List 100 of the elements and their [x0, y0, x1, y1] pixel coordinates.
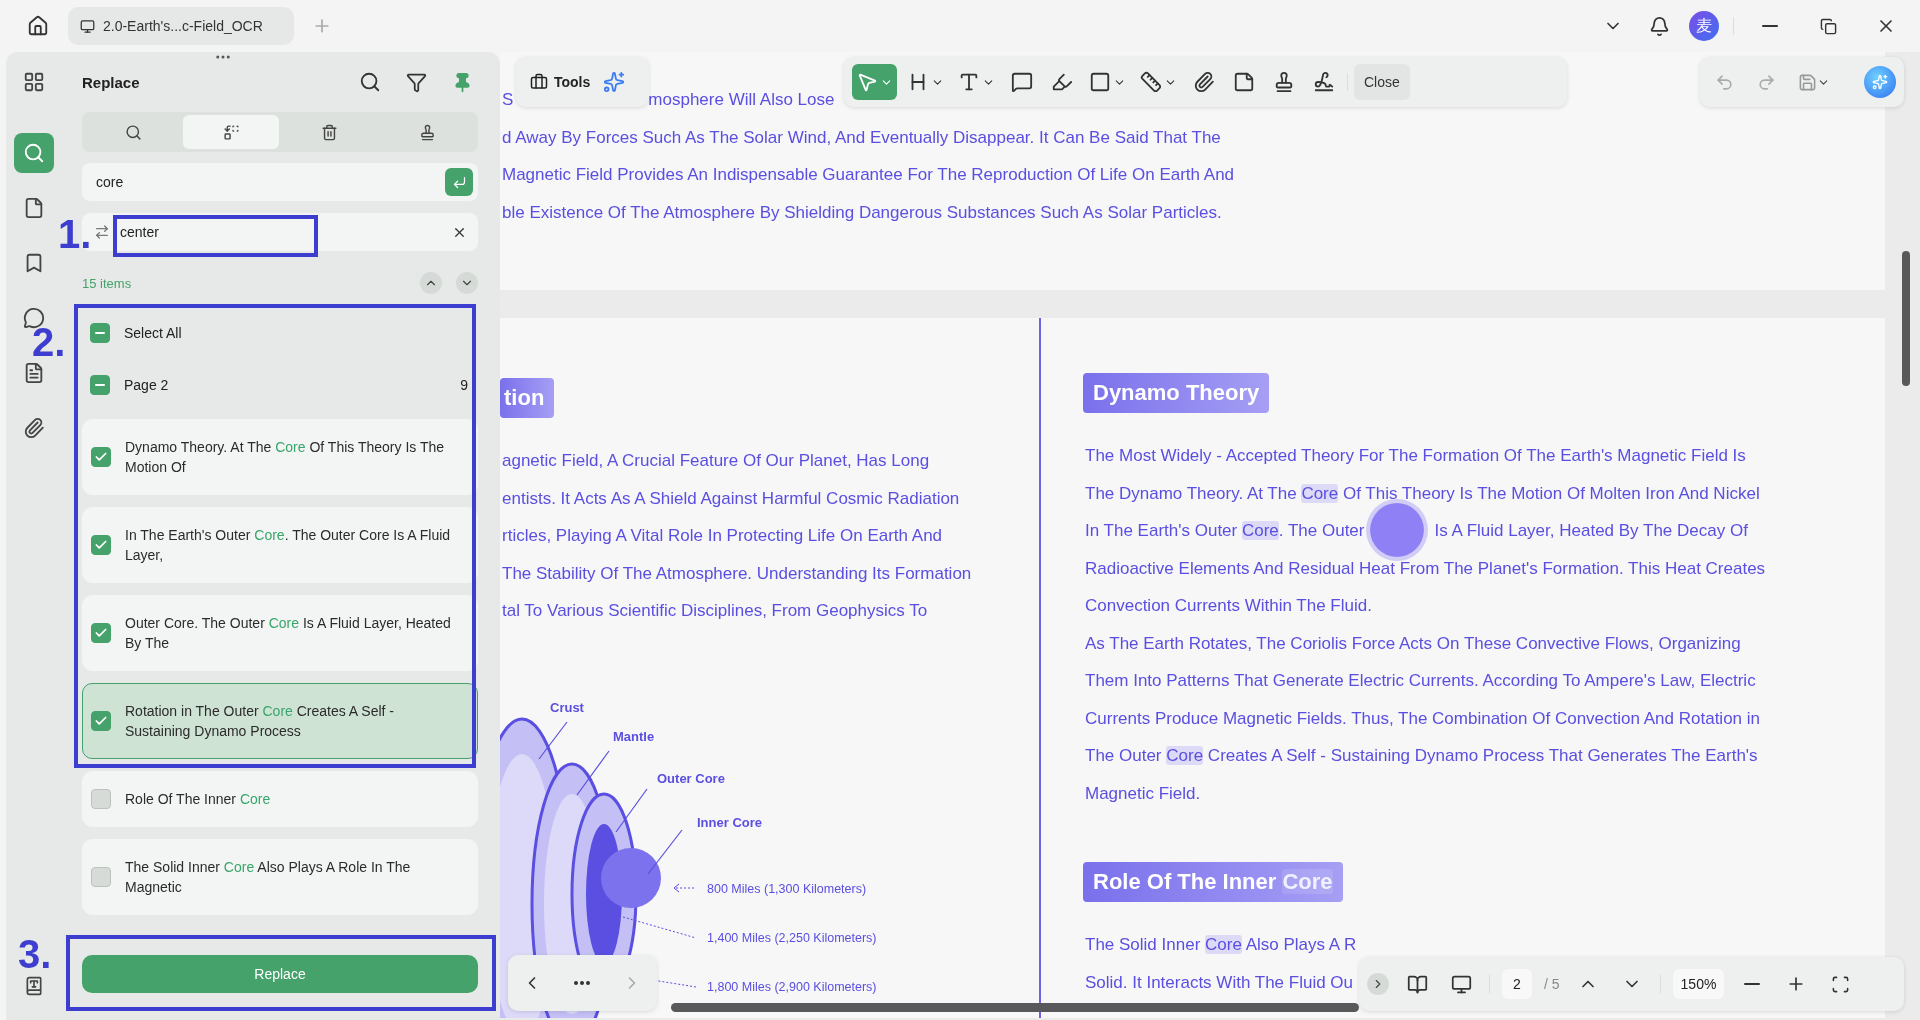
- result-item[interactable]: Outer Core. The Outer Core Is A Fluid Layer, Heated By The: [82, 595, 478, 671]
- text-fragment: mosphere Will Also Lose: [648, 90, 835, 109]
- search-icon: [359, 71, 381, 93]
- bell-icon: [1648, 15, 1670, 37]
- signature-icon: [1313, 71, 1335, 93]
- search-icon: [23, 142, 45, 164]
- replace-field[interactable]: center: [118, 223, 437, 241]
- distance-label: 1,800 Miles (2,900 Kilometers): [707, 979, 877, 994]
- enter-button[interactable]: [445, 168, 473, 196]
- result-text: Role Of The Inner Core: [125, 790, 272, 809]
- book-icon: [24, 976, 44, 996]
- text-line: ble Existence Of The Atmosphere By Shielding Dangerous Substances Such As Solar Particles.: [501, 201, 1222, 224]
- page-number-field[interactable]: 2: [1502, 969, 1532, 999]
- highlighter-icon: [1051, 71, 1073, 93]
- text-line: Magnetic Field.: [1084, 782, 1201, 805]
- restore-icon: [1819, 17, 1837, 35]
- briefcase-icon: [530, 73, 548, 91]
- panel-title: Replace: [82, 73, 140, 91]
- save-icon: [1798, 72, 1817, 92]
- checkmark-icon: [94, 538, 108, 552]
- result-item[interactable]: Rotation in The Outer Core Creates A Self - Sustaining Dynamo Process: [82, 683, 478, 759]
- text-line: The Most Widely - Accepted Theory For The Formation Of The Earth's Magnetic Field Is: [1084, 445, 1746, 467]
- previous-button[interactable]: [420, 272, 442, 294]
- section-heading: tion: [500, 378, 555, 418]
- paperclip-icon: [23, 417, 45, 439]
- layer-label: Outer Core: [657, 770, 725, 786]
- replace-icon: [222, 123, 240, 141]
- section-heading: Role Of The Inner Core: [1083, 862, 1343, 902]
- checkbox[interactable]: [91, 789, 111, 809]
- checkbox[interactable]: [91, 447, 111, 467]
- horizontal-scrollbar[interactable]: [671, 1003, 1359, 1012]
- redo-icon: [1756, 72, 1776, 92]
- distance-label: 1,400 Miles (2,250 Kilometers): [707, 930, 877, 945]
- ellipsis-icon: [574, 981, 590, 985]
- result-item[interactable]: In The Earth's Outer Core. The Outer Core Is A Fluid Layer,: [82, 507, 478, 583]
- monitor-icon: [80, 18, 95, 34]
- step-number: 2.: [32, 322, 66, 362]
- result-count: 15 items: [82, 275, 132, 291]
- close-toolbar-button[interactable]: Close: [1354, 64, 1410, 100]
- stamp-icon: [418, 123, 436, 141]
- text-fragment: Core: [1241, 521, 1279, 540]
- pointer-icon: [856, 71, 878, 93]
- checkbox[interactable]: [90, 323, 110, 343]
- group-label: Select All: [124, 325, 182, 341]
- page-icon: [23, 197, 45, 219]
- checkbox[interactable]: [91, 623, 111, 643]
- checkbox[interactable]: [91, 867, 111, 887]
- pointer-tool[interactable]: [852, 64, 897, 100]
- result-item[interactable]: The Solid Inner Core Also Plays A Role In The Magnetic: [82, 839, 478, 915]
- text-fragment: In The Earth's Outer: [1085, 521, 1239, 540]
- section-heading: Dynamo Theory: [1083, 373, 1270, 413]
- expand-button[interactable]: [1367, 973, 1389, 995]
- leader-line: [576, 749, 610, 796]
- book-icon: [1406, 973, 1428, 995]
- home-icon: [27, 15, 49, 37]
- leader-line: [538, 720, 568, 760]
- document-tab[interactable]: 2.0-Earth's...c-Field_OCR: [68, 7, 294, 45]
- text-line: Them Into Patterns That Generate Electric Currents. According To Ampere's Law, Electric: [1084, 670, 1756, 692]
- checkbox[interactable]: [91, 535, 111, 555]
- comment-icon: [1011, 71, 1033, 93]
- text-line: tal To Various Scientific Disciplines, From Geophysics To: [501, 600, 928, 622]
- zoom-level-field[interactable]: 150%: [1672, 969, 1725, 999]
- result-text: The Solid Inner Core Also Plays A Role In The Magnetic: [125, 858, 412, 897]
- text-line: Convection Currents Within The Fluid.: [1084, 595, 1372, 617]
- checkbox[interactable]: [90, 375, 110, 395]
- search-box[interactable]: core: [82, 163, 478, 201]
- group-count: 9: [460, 377, 468, 393]
- swap-icon: [94, 224, 110, 240]
- dashed-arrow: [673, 883, 697, 892]
- frame-icon: [1830, 974, 1850, 994]
- text-line: Magnetic Field Provides An Indispensable Guarantee For The Reproduction Of Life On Earth And: [501, 164, 1235, 186]
- next-button[interactable]: [456, 272, 478, 294]
- note-icon: [1233, 71, 1255, 93]
- user-avatar[interactable]: 麦: [1689, 11, 1719, 41]
- page-total: / 5: [1544, 976, 1560, 992]
- checkmark-icon: [94, 626, 108, 640]
- search-field[interactable]: core: [94, 173, 437, 191]
- text-line: Radioactive Elements And Residual Heat From The Planet's Formation. This Heat Creates: [1084, 557, 1766, 580]
- text-line: Solid. It Interacts With The Fluid Ou: [1084, 971, 1353, 994]
- checkbox[interactable]: [91, 711, 111, 731]
- search-button[interactable]: [14, 133, 54, 173]
- result-item[interactable]: Dynamo Theory. At The Core Of This Theory Is The Motion Of: [82, 419, 478, 495]
- text-line: rticles, Playing A Vital Role In Protecting Life On Earth And: [501, 525, 943, 547]
- vertical-scrollbar[interactable]: [1902, 251, 1910, 386]
- monitor-icon: [1450, 973, 1472, 995]
- text-line: Currents Produce Magnetic Fields. Thus, The Combination Of Convection And Rotation in: [1084, 707, 1760, 730]
- result-item[interactable]: Role Of The Inner Core: [82, 771, 478, 827]
- step-number: 3.: [18, 934, 52, 974]
- search-icon: [124, 123, 142, 141]
- distance-label: 800 Miles (1,300 Kilometers): [707, 881, 867, 896]
- text-line: The Outer Core Creates A Self - Sustaining Dynamo Process That Generates The Earth's: [1084, 745, 1758, 767]
- leader-line: [615, 787, 648, 833]
- leader-line: [647, 828, 683, 875]
- text-fragment: S: [502, 90, 514, 109]
- ruler-icon: [1140, 71, 1162, 93]
- trash-icon: [320, 123, 338, 141]
- text-line: The Stability Of The Atmosphere. Understanding Its Formation: [501, 562, 972, 585]
- assistant-icon[interactable]: [1864, 66, 1896, 98]
- stamp-icon: [1273, 71, 1295, 93]
- undo-icon: [1714, 72, 1734, 92]
